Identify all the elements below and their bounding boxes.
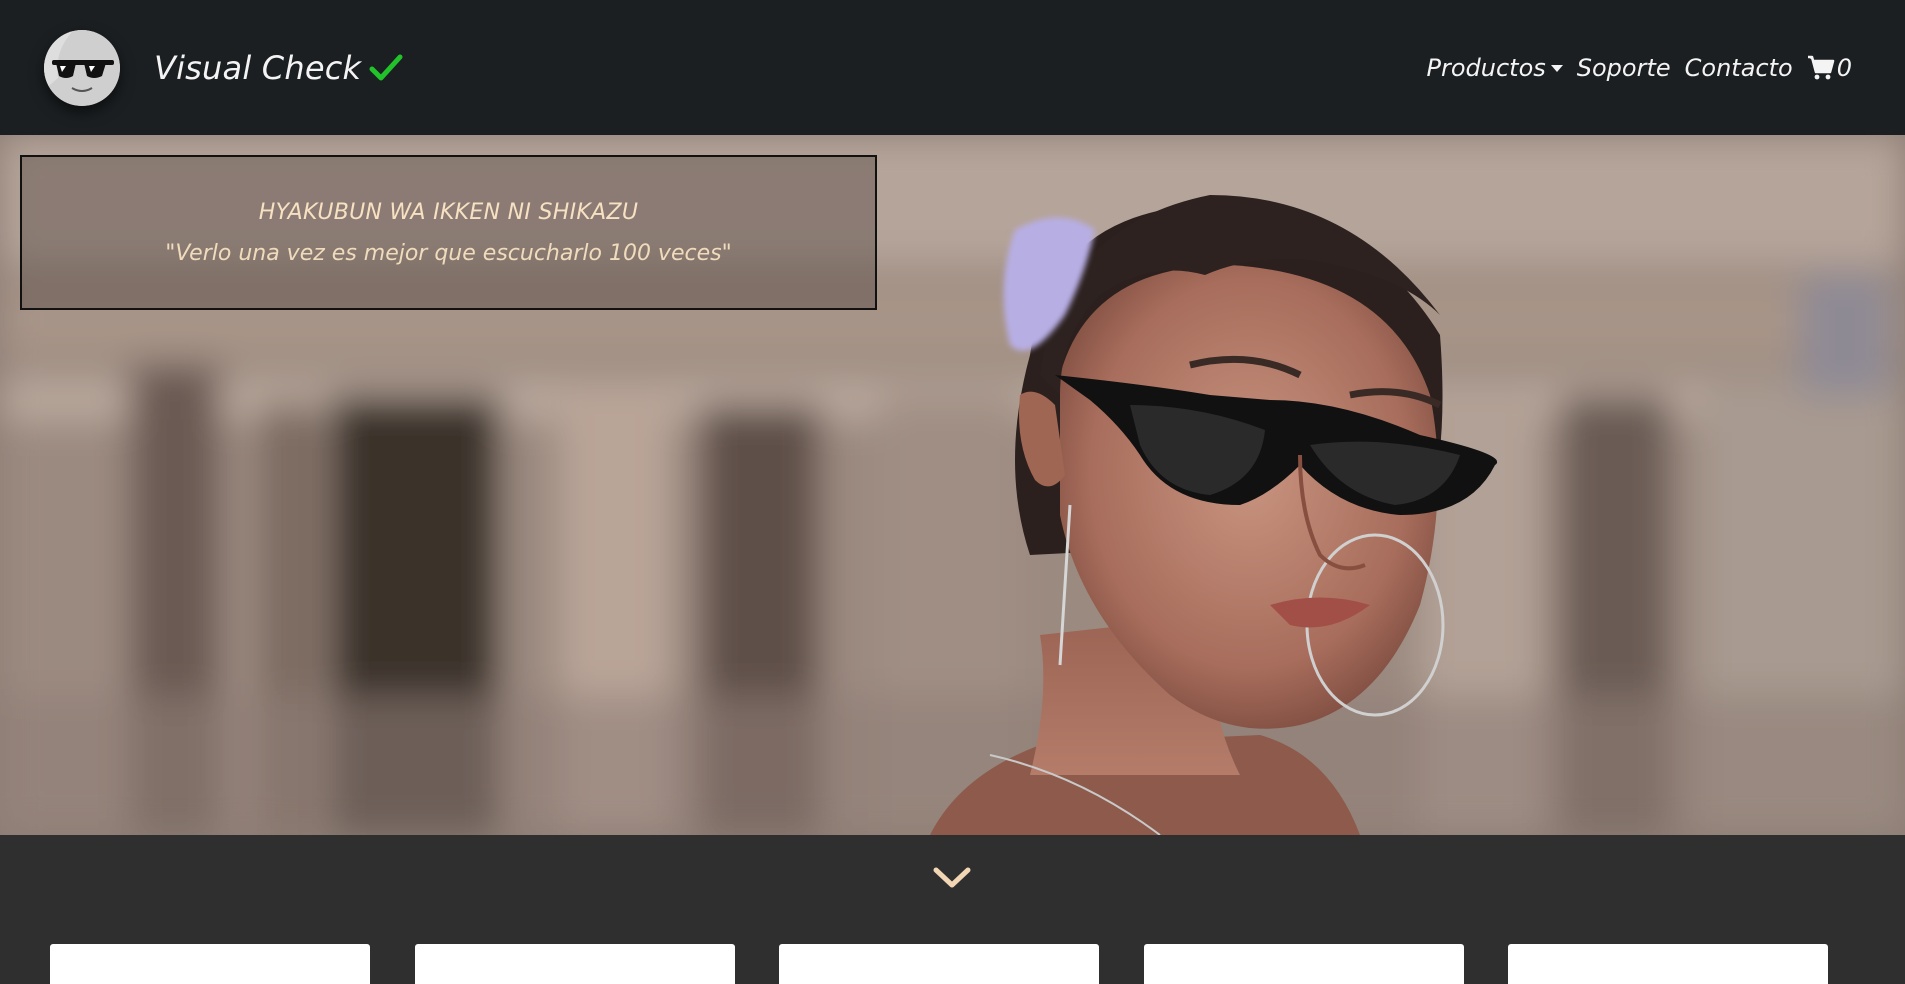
brand-name: Visual Check [154, 48, 362, 87]
quote-title: HYAKUBUN WA IKKEN NI SHIKAZU [258, 199, 639, 225]
nav-productos-label: Productos [1426, 53, 1546, 82]
chevron-down-icon[interactable] [932, 865, 972, 895]
navbar: Visual Check Productos Soporte Contacto … [0, 0, 1905, 135]
checkmark-icon [369, 53, 403, 83]
product-card[interactable] [779, 944, 1099, 984]
product-card[interactable] [415, 944, 735, 984]
hero-banner: HYAKUBUN WA IKKEN NI SHIKAZU "Verlo una … [0, 135, 1905, 835]
cart-button[interactable]: 0 [1807, 54, 1852, 82]
quote-box: HYAKUBUN WA IKKEN NI SHIKAZU "Verlo una … [20, 155, 877, 310]
cart-icon [1807, 55, 1835, 79]
sunglasses-face-icon [44, 29, 120, 106]
nav-productos-dropdown[interactable]: Productos [1427, 54, 1563, 82]
nav-menu: Productos Soporte Contacto 0 [1427, 54, 1853, 82]
brand-link[interactable]: Visual Check [154, 49, 403, 87]
product-card[interactable] [50, 944, 370, 984]
nav-contacto[interactable]: Contacto [1685, 54, 1793, 82]
caret-down-icon [1550, 65, 1563, 72]
products-section [0, 835, 1905, 984]
product-card[interactable] [1144, 944, 1464, 984]
logo[interactable] [44, 29, 120, 106]
cart-count: 0 [1836, 53, 1852, 82]
nav-soporte[interactable]: Soporte [1577, 54, 1671, 82]
quote-text: "Verlo una vez es mejor que escucharlo 1… [165, 240, 732, 266]
product-card[interactable] [1508, 944, 1828, 984]
